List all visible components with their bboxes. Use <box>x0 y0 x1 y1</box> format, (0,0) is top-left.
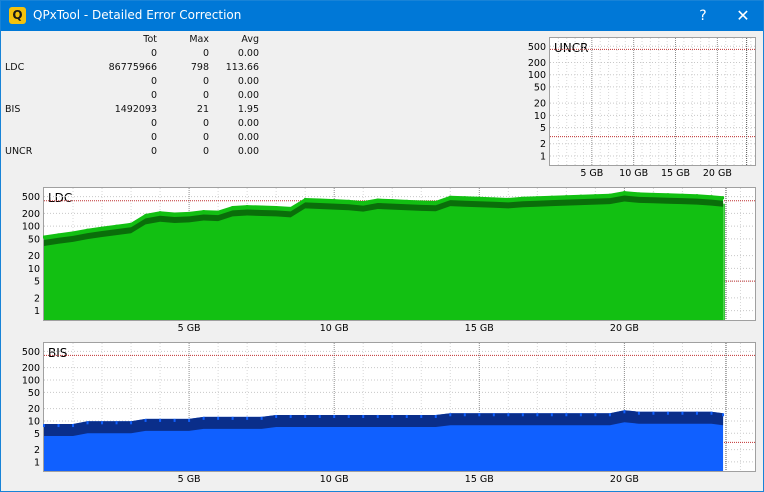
y-tick-label: 2 <box>540 139 546 150</box>
y-tick-label: 1 <box>540 151 546 162</box>
chart-0-marks: 5002001005020105215 GB 10 GB 15 GB 20 GB <box>528 38 755 179</box>
x-tick-label: 15 GB <box>465 474 494 485</box>
close-button[interactable]: ✕ <box>723 1 763 31</box>
y-tick-label: 50 <box>534 82 546 93</box>
y-tick-label: 5 <box>540 123 546 134</box>
y-tick-label: 10 <box>28 264 40 275</box>
main-window: Q QPxTool - Detailed Error Correction ? … <box>0 0 764 492</box>
x-tick-label: 10 GB <box>320 474 349 485</box>
y-tick-label: 500 <box>22 347 40 358</box>
chart-1-marks: 5002001005020105215 GB 10 GB 15 GB 20 GB <box>22 188 755 334</box>
y-tick-label: 2 <box>34 293 40 304</box>
y-tick-label: 50 <box>28 234 40 245</box>
axes-layer: 5002001005020105215 GB 10 GB 15 GB 20 GB500… <box>22 38 755 485</box>
y-tick-label: 100 <box>528 70 546 81</box>
y-tick-label: 5 <box>34 277 40 288</box>
x-tick-label: 10 GB <box>619 168 648 179</box>
y-tick-label: 100 <box>22 222 40 233</box>
x-tick-label: 10 GB <box>320 323 349 334</box>
qpxtool-app-icon: Q <box>9 7 26 24</box>
x-tick-label: 15 GB <box>661 168 690 179</box>
y-tick-label: 20 <box>28 404 40 415</box>
y-tick-label: 10 <box>534 111 546 122</box>
y-tick-label: 2 <box>34 445 40 456</box>
x-tick-label: 15 GB <box>465 323 494 334</box>
y-tick-label: 500 <box>22 192 40 203</box>
x-tick-label: 20 GB <box>610 474 639 485</box>
chart-2-marks: 5002001005020105215 GB 10 GB 15 GB 20 GB <box>22 343 755 485</box>
y-tick-label: 500 <box>528 42 546 53</box>
series-area <box>44 191 724 320</box>
y-tick-label: 200 <box>22 209 40 220</box>
x-tick-label: 5 GB <box>580 168 603 179</box>
help-button[interactable]: ? <box>683 1 723 31</box>
x-tick-label: 20 GB <box>610 323 639 334</box>
x-tick-label: 5 GB <box>178 323 201 334</box>
x-tick-label: 5 GB <box>178 474 201 485</box>
x-tick-label: 20 GB <box>703 168 732 179</box>
client-area: Tot Max Avg 0 0 0.00 LDC 86775966 798 113.66 0 0… <box>1 31 763 491</box>
y-tick-label: 20 <box>534 99 546 110</box>
y-tick-label: 1 <box>34 306 40 317</box>
window-title: QPxTool - Detailed Error Correction <box>33 8 242 22</box>
y-tick-label: 10 <box>28 416 40 427</box>
y-tick-label: 200 <box>528 58 546 69</box>
y-tick-label: 1 <box>34 457 40 468</box>
y-tick-label: 50 <box>28 388 40 399</box>
y-tick-label: 100 <box>22 375 40 386</box>
y-tick-label: 5 <box>34 429 40 440</box>
y-tick-label: 20 <box>28 251 40 262</box>
title-bar[interactable]: Q QPxTool - Detailed Error Correction ? … <box>1 1 763 31</box>
y-tick-label: 200 <box>22 363 40 374</box>
